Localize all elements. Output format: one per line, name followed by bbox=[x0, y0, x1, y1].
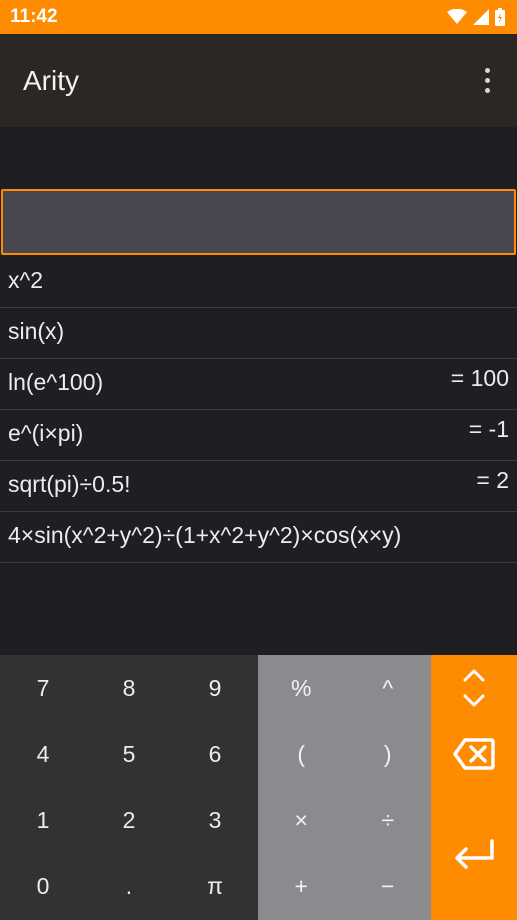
keypad: 7 8 9 4 5 6 1 2 3 0 . π % ^ ( ) × ÷ + − bbox=[0, 655, 517, 920]
digit-pad: 7 8 9 4 5 6 1 2 3 0 . π bbox=[0, 655, 258, 920]
key-8[interactable]: 8 bbox=[86, 655, 172, 721]
history-result: = 100 bbox=[450, 365, 509, 391]
key-multiply[interactable]: × bbox=[258, 788, 345, 854]
history-result: = 2 bbox=[476, 467, 509, 493]
key-9[interactable]: 9 bbox=[172, 655, 258, 721]
key-4[interactable]: 4 bbox=[0, 721, 86, 787]
history-list: x^2 sin(x) ln(e^100) = 100 e^(i×pi) = -1… bbox=[0, 257, 517, 563]
history-row[interactable]: ln(e^100) = 100 bbox=[0, 359, 517, 410]
key-2[interactable]: 2 bbox=[86, 788, 172, 854]
history-row[interactable]: e^(i×pi) = -1 bbox=[0, 410, 517, 461]
enter-button[interactable] bbox=[431, 787, 517, 920]
cell-signal-icon bbox=[473, 9, 489, 25]
history-expression: e^(i×pi) bbox=[8, 420, 84, 446]
key-percent[interactable]: % bbox=[258, 655, 345, 721]
status-icons bbox=[447, 8, 505, 26]
key-5[interactable]: 5 bbox=[86, 721, 172, 787]
key-7[interactable]: 7 bbox=[0, 655, 86, 721]
action-pad bbox=[431, 655, 517, 920]
key-plus[interactable]: + bbox=[258, 854, 345, 920]
wifi-icon bbox=[447, 9, 467, 24]
history-row[interactable]: x^2 bbox=[0, 257, 517, 308]
operator-pad: % ^ ( ) × ÷ + − bbox=[258, 655, 431, 920]
key-divide[interactable]: ÷ bbox=[345, 788, 432, 854]
key-6[interactable]: 6 bbox=[172, 721, 258, 787]
toggle-expand-button[interactable] bbox=[431, 655, 517, 721]
history-result: = -1 bbox=[468, 416, 509, 442]
history-expression: x^2 bbox=[8, 267, 44, 293]
history-expression: ln(e^100) bbox=[8, 369, 104, 395]
backspace-button[interactable] bbox=[431, 721, 517, 787]
key-3[interactable]: 3 bbox=[172, 788, 258, 854]
history-expression: 4×sin(x^2+y^2)÷(1+x^2+y^2)×cos(x×y) bbox=[8, 522, 402, 548]
more-vert-icon[interactable] bbox=[475, 61, 499, 101]
history-row[interactable]: 4×sin(x^2+y^2)÷(1+x^2+y^2)×cos(x×y) bbox=[0, 512, 517, 563]
status-bar: 11:42 bbox=[0, 0, 517, 34]
key-pi[interactable]: π bbox=[172, 854, 258, 920]
history-expression: sin(x) bbox=[8, 318, 65, 344]
status-time: 11:42 bbox=[10, 6, 58, 27]
key-power[interactable]: ^ bbox=[345, 655, 432, 721]
enter-icon bbox=[455, 838, 494, 869]
history-expression: sqrt(pi)÷0.5! bbox=[8, 471, 131, 497]
toggle-expand-icon bbox=[463, 669, 485, 707]
backspace-icon bbox=[453, 738, 495, 770]
key-close-paren[interactable]: ) bbox=[345, 721, 432, 787]
app-bar: Arity bbox=[0, 34, 517, 127]
history-row[interactable]: sqrt(pi)÷0.5! = 2 bbox=[0, 461, 517, 512]
calculator-content: x^2 sin(x) ln(e^100) = 100 e^(i×pi) = -1… bbox=[0, 127, 517, 655]
expression-input[interactable] bbox=[1, 189, 516, 255]
history-row[interactable]: sin(x) bbox=[0, 308, 517, 359]
key-1[interactable]: 1 bbox=[0, 788, 86, 854]
key-decimal[interactable]: . bbox=[86, 854, 172, 920]
key-0[interactable]: 0 bbox=[0, 854, 86, 920]
app-title: Arity bbox=[23, 64, 79, 96]
battery-icon bbox=[495, 8, 505, 26]
key-open-paren[interactable]: ( bbox=[258, 721, 345, 787]
key-minus[interactable]: − bbox=[345, 854, 432, 920]
